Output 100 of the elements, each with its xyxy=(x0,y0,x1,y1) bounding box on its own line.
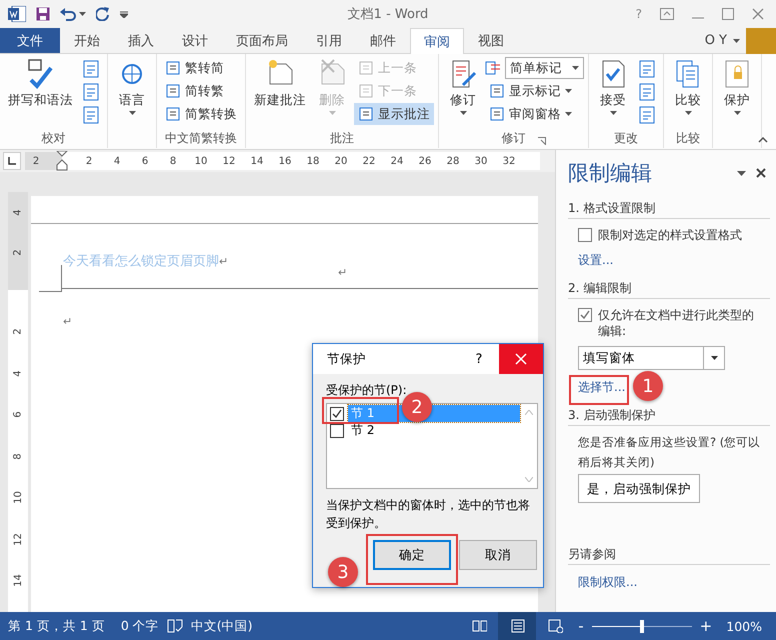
ruler-number: 8 xyxy=(12,453,24,460)
close-button[interactable] xyxy=(499,344,543,374)
caret-icon[interactable] xyxy=(565,112,572,116)
link[interactable]: 设置... xyxy=(578,252,614,268)
ribbon-tab[interactable]: 页面布局 xyxy=(222,28,302,53)
cancel-button[interactable]: 取消 xyxy=(459,540,537,570)
web-layout-icon xyxy=(548,619,563,633)
proofing-icon[interactable] xyxy=(166,619,183,633)
user-name[interactable]: O Y xyxy=(704,33,727,48)
undo-icon[interactable] xyxy=(60,7,76,21)
section-heading: 另请参阅 xyxy=(568,542,770,565)
list-item[interactable]: 节 2 xyxy=(348,422,520,439)
ruler-number: 10 xyxy=(194,156,208,166)
close-icon[interactable] xyxy=(756,168,766,178)
ruler-number: 22 xyxy=(362,156,376,166)
ribbon-button[interactable]: 显示批注 xyxy=(354,103,434,125)
ribbon-tab[interactable]: 邮件 xyxy=(356,28,410,53)
ruler-number: 20 xyxy=(334,156,348,166)
help-button[interactable]: ? xyxy=(459,352,499,366)
ribbon-button[interactable]: 比较 xyxy=(668,56,708,130)
zoom-level[interactable]: 100% xyxy=(716,618,776,634)
maximize-icon[interactable] xyxy=(722,8,734,20)
caret-icon[interactable] xyxy=(734,111,740,115)
small-tool-icon[interactable] xyxy=(81,105,101,125)
ribbon-button[interactable]: 审阅窗格 xyxy=(485,103,584,125)
group-label: 比较 xyxy=(676,131,700,145)
ruler-number: 18 xyxy=(306,156,320,166)
close-icon xyxy=(515,353,527,365)
print-layout-button[interactable] xyxy=(498,612,536,640)
customize-menu-icon[interactable] xyxy=(120,10,128,18)
small-tool-icon[interactable] xyxy=(81,82,101,102)
pane-menu-icon[interactable] xyxy=(737,170,746,176)
group-label: 校对 xyxy=(42,131,66,145)
indent-marker-icon[interactable] xyxy=(56,151,68,171)
caret-icon[interactable] xyxy=(565,89,572,93)
group-label: 更改 xyxy=(614,131,638,145)
ribbon-tab[interactable]: 插入 xyxy=(114,28,168,53)
note-text: 当保护文档中的窗体时，选中的节也将受到保护。 xyxy=(326,497,531,532)
ribbon-button[interactable]: 语言 xyxy=(112,56,152,130)
ribbon-button[interactable]: 接受 xyxy=(593,56,633,130)
small-command-icon xyxy=(489,83,505,99)
zoom-out-button[interactable]: - xyxy=(574,617,588,635)
caret-icon[interactable] xyxy=(733,38,740,42)
ribbon-button[interactable]: 简繁转换 xyxy=(161,103,241,125)
word-count[interactable]: 0 个字 xyxy=(112,618,167,634)
ruler-number: 26 xyxy=(418,156,432,166)
ribbon-button[interactable]: 保护 xyxy=(717,56,757,130)
section-heading: 1. 格式设置限制 xyxy=(568,196,770,219)
checkbox[interactable] xyxy=(578,308,592,322)
caret-icon[interactable] xyxy=(79,12,86,16)
editing-type-dropdown[interactable]: 填写窗体 xyxy=(578,346,725,370)
dialog-launcher-icon[interactable] xyxy=(538,137,546,145)
ribbon-tab[interactable]: 开始 xyxy=(60,28,114,53)
checkbox[interactable] xyxy=(578,228,592,242)
link[interactable]: 选择节... xyxy=(578,379,626,395)
caret-icon[interactable] xyxy=(460,111,466,115)
ribbon-tab[interactable]: 审阅 xyxy=(410,28,464,54)
checkbox[interactable] xyxy=(330,406,344,420)
ribbon-tab[interactable]: 设计 xyxy=(168,28,222,53)
description-text: 您是否准备应用这些设置? (您可以稍后将其关闭) xyxy=(578,434,762,471)
file-tab[interactable]: 文件 xyxy=(0,28,60,53)
ribbon-button[interactable]: 新建批注 xyxy=(250,56,310,130)
markup-dropdown[interactable]: 简单标记 xyxy=(505,57,584,79)
small-tool-icon[interactable] xyxy=(637,82,657,102)
link[interactable]: 限制权限... xyxy=(578,574,638,590)
small-tool-icon[interactable] xyxy=(637,59,657,79)
enforce-protection-button[interactable]: 是，启动强制保护 xyxy=(578,474,700,503)
small-command-icon xyxy=(358,106,374,122)
tab-stop-selector[interactable] xyxy=(3,152,21,170)
zoom-in-button[interactable]: + xyxy=(696,617,716,635)
caret-icon[interactable] xyxy=(610,111,616,115)
ribbon-button[interactable]: 显示标记 xyxy=(485,80,584,102)
ruler-number: 4 xyxy=(12,208,24,216)
ribbon-tab[interactable]: 视图 xyxy=(464,28,518,53)
word-logo-icon xyxy=(8,6,26,22)
ruler-number: 2 xyxy=(84,156,94,166)
scroll-down-icon xyxy=(525,477,533,482)
ok-button[interactable]: 确定 xyxy=(373,540,451,570)
collapse-ribbon-icon[interactable] xyxy=(758,137,768,143)
redo-icon[interactable] xyxy=(96,7,110,21)
paragraph-mark: ↵ xyxy=(219,255,228,268)
page-count[interactable]: 第 1 页，共 1 页 xyxy=(0,618,113,634)
header-text: 今天看看怎么锁定页眉页脚 xyxy=(63,254,219,269)
caret-icon[interactable] xyxy=(710,356,718,360)
language-status[interactable]: 中文(中国) xyxy=(182,618,261,634)
scroll-up-icon xyxy=(525,410,533,415)
ribbon-button[interactable]: 修订 xyxy=(443,56,483,130)
slider-thumb[interactable] xyxy=(640,620,644,632)
ribbon-options-icon[interactable] xyxy=(660,8,674,20)
caret-icon[interactable] xyxy=(128,111,136,115)
ribbon-button[interactable]: 简转繁 xyxy=(161,80,241,102)
ribbon-tab[interactable]: 引用 xyxy=(302,28,356,53)
small-tool-icon[interactable] xyxy=(637,105,657,125)
small-tool-icon[interactable] xyxy=(81,59,101,79)
caret-icon[interactable] xyxy=(684,111,692,115)
checkbox[interactable] xyxy=(330,424,344,438)
caret-icon[interactable] xyxy=(572,66,579,70)
ribbon-button[interactable]: 拼写和语法 xyxy=(4,56,77,130)
ribbon-button[interactable]: 繁转简 xyxy=(161,57,241,79)
save-icon[interactable] xyxy=(36,7,50,21)
